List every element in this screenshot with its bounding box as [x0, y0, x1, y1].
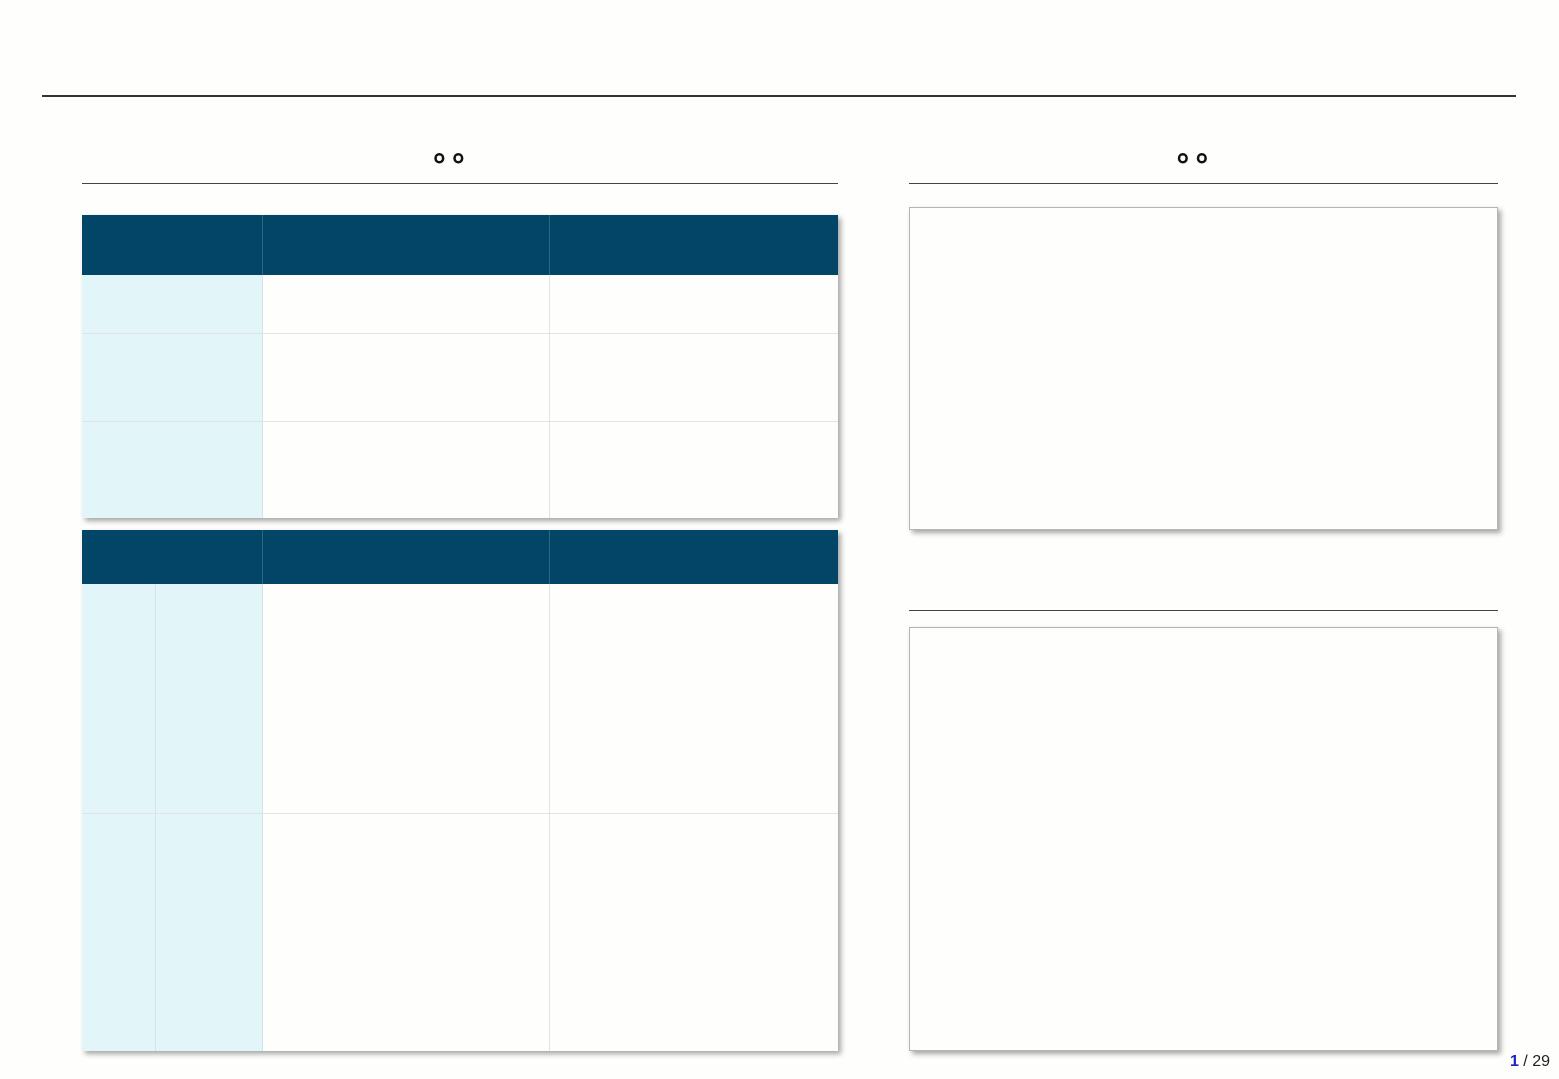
table-cell	[262, 275, 550, 334]
current-page-number: 1	[1509, 1053, 1519, 1070]
left-heading-rule	[82, 183, 838, 184]
table-header-cell	[82, 530, 263, 584]
table-header-cell	[549, 215, 838, 275]
table-cell	[549, 812, 838, 1051]
table-row	[82, 584, 838, 814]
right-bottom-panel	[909, 627, 1498, 1051]
table-cell	[549, 275, 838, 334]
page-indicator: 1 / 29	[1510, 1053, 1550, 1071]
table-cell	[549, 584, 838, 814]
table-row	[82, 812, 838, 1051]
right-column-heading: 。。	[1177, 134, 1230, 169]
row-key-cell	[155, 812, 263, 1051]
page-separator: /	[1518, 1053, 1533, 1070]
row-key-cell	[155, 584, 263, 814]
row-key-cell	[82, 275, 263, 334]
title-rule	[42, 95, 1516, 97]
table-cell	[549, 421, 838, 518]
table-header-row	[82, 530, 838, 584]
comparison-table-1	[82, 215, 838, 518]
table-row	[82, 333, 838, 422]
table-row	[82, 275, 838, 334]
right-section-rule	[909, 610, 1498, 611]
table-header-cell	[82, 215, 263, 275]
table-header-row	[82, 215, 838, 275]
row-group-key-cell	[82, 584, 156, 814]
right-heading-rule	[909, 183, 1498, 184]
row-key-cell	[82, 333, 263, 422]
left-column-heading: 。。	[433, 134, 487, 169]
table-cell	[549, 333, 838, 422]
comparison-table-2	[82, 530, 838, 1051]
table-header-cell	[262, 530, 550, 584]
table-header-cell	[262, 215, 550, 275]
table-cell	[262, 333, 550, 422]
right-top-panel	[909, 207, 1498, 530]
row-group-key-cell	[82, 812, 156, 1051]
table-cell	[262, 584, 550, 814]
table-cell	[262, 421, 550, 518]
total-pages-number: 29	[1532, 1053, 1550, 1070]
row-key-cell	[82, 421, 263, 518]
table-cell	[262, 812, 550, 1051]
table-row	[82, 421, 838, 518]
table-header-cell	[549, 530, 838, 584]
slide: 。。 。。 1 / 29	[0, 0, 1559, 1079]
